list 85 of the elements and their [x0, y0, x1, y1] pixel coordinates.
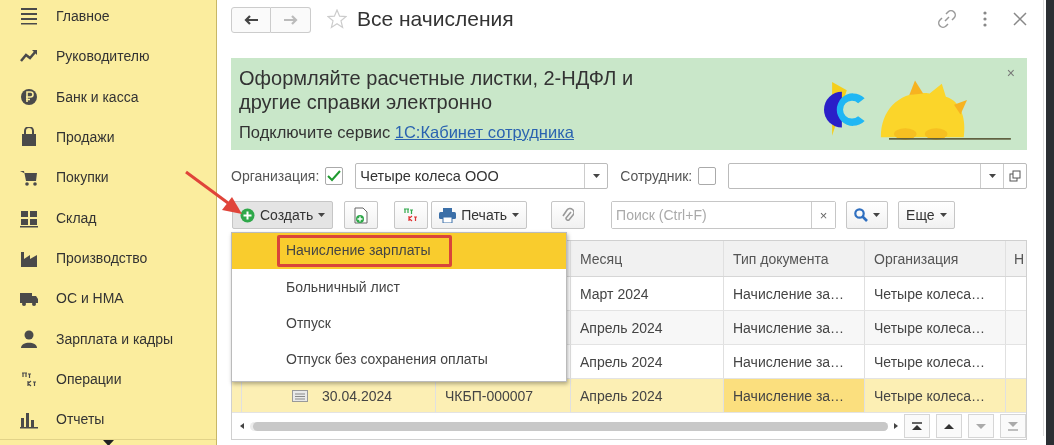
document-plus-icon	[354, 206, 369, 224]
caret-down-icon	[318, 213, 326, 217]
check-icon	[327, 170, 342, 182]
paperclip-icon	[562, 206, 575, 224]
banner-text: Подключите сервис	[239, 123, 392, 141]
star-icon[interactable]	[327, 9, 347, 29]
select-field[interactable]: Четыре колеса ООО	[355, 163, 609, 189]
table-cell: Начисление за…	[733, 319, 845, 336]
clear-button[interactable]: ×	[811, 202, 836, 228]
table-cell: Четыре колеса…	[874, 353, 986, 370]
sidebar-item[interactable]: Банк и касса	[56, 88, 139, 105]
table-cell: Начисление за…	[733, 353, 845, 370]
column-header[interactable]: Месяц	[571, 241, 724, 276]
table-cell: Четыре колеса…	[874, 319, 986, 336]
filter-label: Сотрудник:	[620, 168, 693, 184]
link-icon[interactable]	[937, 9, 957, 29]
arrow-left-icon	[244, 14, 258, 25]
service-link[interactable]: 1С:Кабинет сотрудника	[394, 123, 574, 141]
search-icon	[854, 208, 869, 222]
search-button[interactable]	[846, 201, 889, 229]
table-cell: Апрель 2024	[580, 319, 663, 336]
column-header[interactable]: Тип документа	[724, 241, 865, 276]
row-navigation-button[interactable]	[904, 414, 930, 438]
menu-icon	[20, 6, 38, 27]
filter-label: Организация:	[231, 168, 320, 184]
table-cell: 30.04.2024	[322, 387, 393, 404]
arrow-right-icon	[283, 14, 298, 25]
caret-down-icon[interactable]	[592, 174, 600, 178]
table-cell: Апрель 2024	[580, 387, 663, 404]
caret-down-icon	[512, 213, 520, 217]
caret-down-icon[interactable]	[102, 440, 114, 445]
checkbox[interactable]	[325, 167, 344, 185]
sidebar-item[interactable]: Руководителю	[56, 48, 150, 65]
sidebar-item[interactable]: Операции	[56, 370, 122, 387]
caret-down-icon	[873, 213, 881, 217]
go-last-icon	[1007, 421, 1019, 431]
more-button[interactable]: Еще	[898, 201, 955, 229]
sidebar-item[interactable]: Зарплата и кадры	[56, 330, 174, 347]
caret-down-icon	[939, 213, 947, 217]
column-header[interactable]: Н	[1006, 241, 1026, 276]
go-first-icon	[911, 421, 923, 431]
row-navigation-button[interactable]	[936, 414, 962, 438]
table-cell: Четыре колеса…	[874, 285, 986, 302]
table-cell: Четыре колеса…	[874, 387, 986, 404]
sidebar-item[interactable]: Покупки	[56, 169, 109, 186]
menu-item[interactable]: Отпуск	[286, 309, 343, 337]
menu-item[interactable]: Больничный лист	[286, 273, 412, 301]
sidebar-item[interactable]: ОС и НМА	[56, 290, 124, 307]
plus-circle-icon	[240, 207, 255, 223]
table-cell: Март 2024	[580, 285, 649, 302]
create-button[interactable]: Создать	[232, 201, 334, 229]
sidebar-item[interactable]: Продажи	[56, 129, 115, 146]
sidebar-item[interactable]: Главное	[56, 8, 110, 25]
column-header[interactable]: Организация	[865, 241, 1006, 276]
back-button[interactable]	[231, 6, 271, 33]
copy-document-button[interactable]	[344, 201, 379, 229]
coin-icon	[20, 86, 38, 107]
select-field[interactable]	[728, 163, 1027, 189]
menu-item[interactable]: Начисление зарплаты	[277, 235, 452, 267]
window-title: Все начисления	[357, 7, 514, 31]
attach-button[interactable]	[551, 201, 586, 229]
print-button[interactable]: Печать	[431, 201, 528, 229]
scroll-left-icon[interactable]	[240, 423, 244, 429]
sidebar-item[interactable]: Производство	[56, 249, 148, 266]
table-cell: ЧКБП-000007	[445, 387, 534, 404]
person-icon	[20, 328, 38, 349]
go-down-icon	[975, 421, 987, 431]
table-cell: Начисление за…	[733, 285, 845, 302]
scroll-right-icon[interactable]	[894, 423, 898, 429]
go-up-icon	[943, 421, 955, 431]
search-field[interactable]: Поиск (Ctrl+F) ×	[611, 201, 837, 229]
banner-headline: Оформляйте расчетные листки, 2-НДФЛ и другие справки электронно	[239, 66, 635, 114]
more-icon[interactable]	[983, 10, 987, 28]
menu-item[interactable]: Отпуск без сохранения оплаты	[286, 345, 500, 373]
checkbox[interactable]	[698, 167, 717, 185]
debit-credit-button[interactable]	[394, 201, 429, 229]
open-window-icon[interactable]	[1009, 170, 1021, 182]
close-icon[interactable]	[1013, 12, 1027, 26]
caret-down-icon[interactable]	[988, 174, 996, 178]
table-cell: Начисление за…	[733, 387, 845, 404]
printer-icon	[439, 207, 457, 223]
table-cell: Апрель 2024	[580, 353, 663, 370]
horizontal-scrollbar[interactable]	[253, 421, 888, 431]
sidebar-item[interactable]: Отчеты	[56, 411, 105, 428]
sidebar-item[interactable]: Склад	[56, 209, 97, 226]
